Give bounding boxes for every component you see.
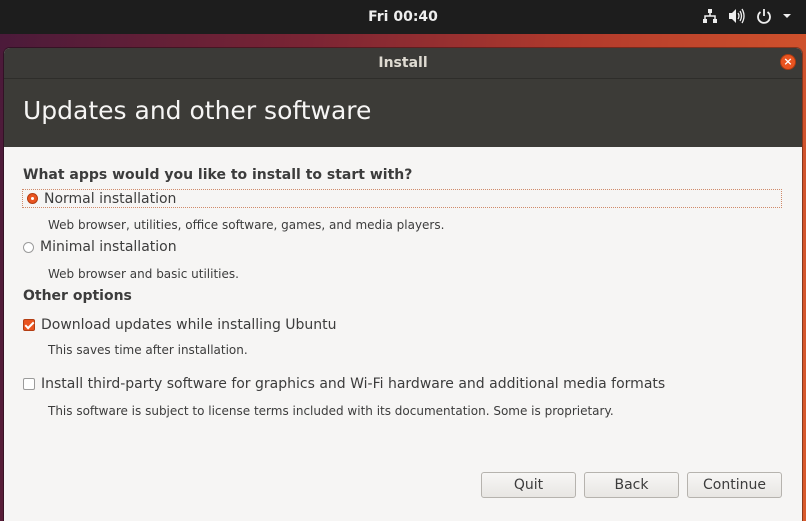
minimal-installation-label[interactable]: Minimal installation — [40, 239, 177, 255]
menu-arrow-icon[interactable] — [782, 8, 792, 24]
page-title: Updates and other software — [23, 96, 372, 125]
window-title: Install — [378, 55, 428, 71]
checkbox-checked-icon[interactable] — [23, 319, 35, 331]
radio-selected-icon[interactable] — [27, 193, 38, 204]
close-button[interactable]: × — [780, 54, 796, 70]
normal-installation-radio[interactable]: Normal installation — [22, 189, 782, 208]
installer-window: Install × Updates and other software Wha… — [4, 48, 802, 521]
download-updates-checkbox[interactable]: Download updates while installing Ubuntu — [23, 317, 337, 333]
other-options-heading: Other options — [23, 288, 132, 304]
install-type-question: What apps would you like to install to s… — [23, 167, 413, 183]
minimal-installation-description: Web browser and basic utilities. — [48, 267, 239, 281]
minimal-installation-radio[interactable]: Minimal installation — [23, 239, 177, 255]
third-party-software-checkbox[interactable]: Install third-party software for graphic… — [23, 376, 665, 392]
back-button[interactable]: Back — [584, 472, 679, 498]
system-tray[interactable] — [702, 8, 792, 24]
quit-button[interactable]: Quit — [481, 472, 576, 498]
power-icon[interactable] — [756, 8, 772, 24]
third-party-software-description: This software is subject to license term… — [48, 404, 614, 418]
top-panel: Fri 00:40 — [0, 0, 806, 34]
page-header: Updates and other software — [4, 78, 802, 147]
window-titlebar[interactable]: Install × — [4, 48, 802, 78]
checkbox-unchecked-icon[interactable] — [23, 378, 35, 390]
download-updates-description: This saves time after installation. — [48, 343, 248, 357]
clock[interactable]: Fri 00:40 — [0, 9, 806, 25]
volume-icon[interactable] — [728, 8, 746, 24]
continue-button[interactable]: Continue — [687, 472, 782, 498]
normal-installation-label[interactable]: Normal installation — [44, 191, 176, 207]
third-party-software-label[interactable]: Install third-party software for graphic… — [41, 376, 665, 392]
radio-unselected-icon[interactable] — [23, 241, 34, 253]
network-icon[interactable] — [702, 8, 718, 24]
normal-installation-description: Web browser, utilities, office software,… — [48, 218, 445, 232]
download-updates-label[interactable]: Download updates while installing Ubuntu — [41, 317, 337, 333]
